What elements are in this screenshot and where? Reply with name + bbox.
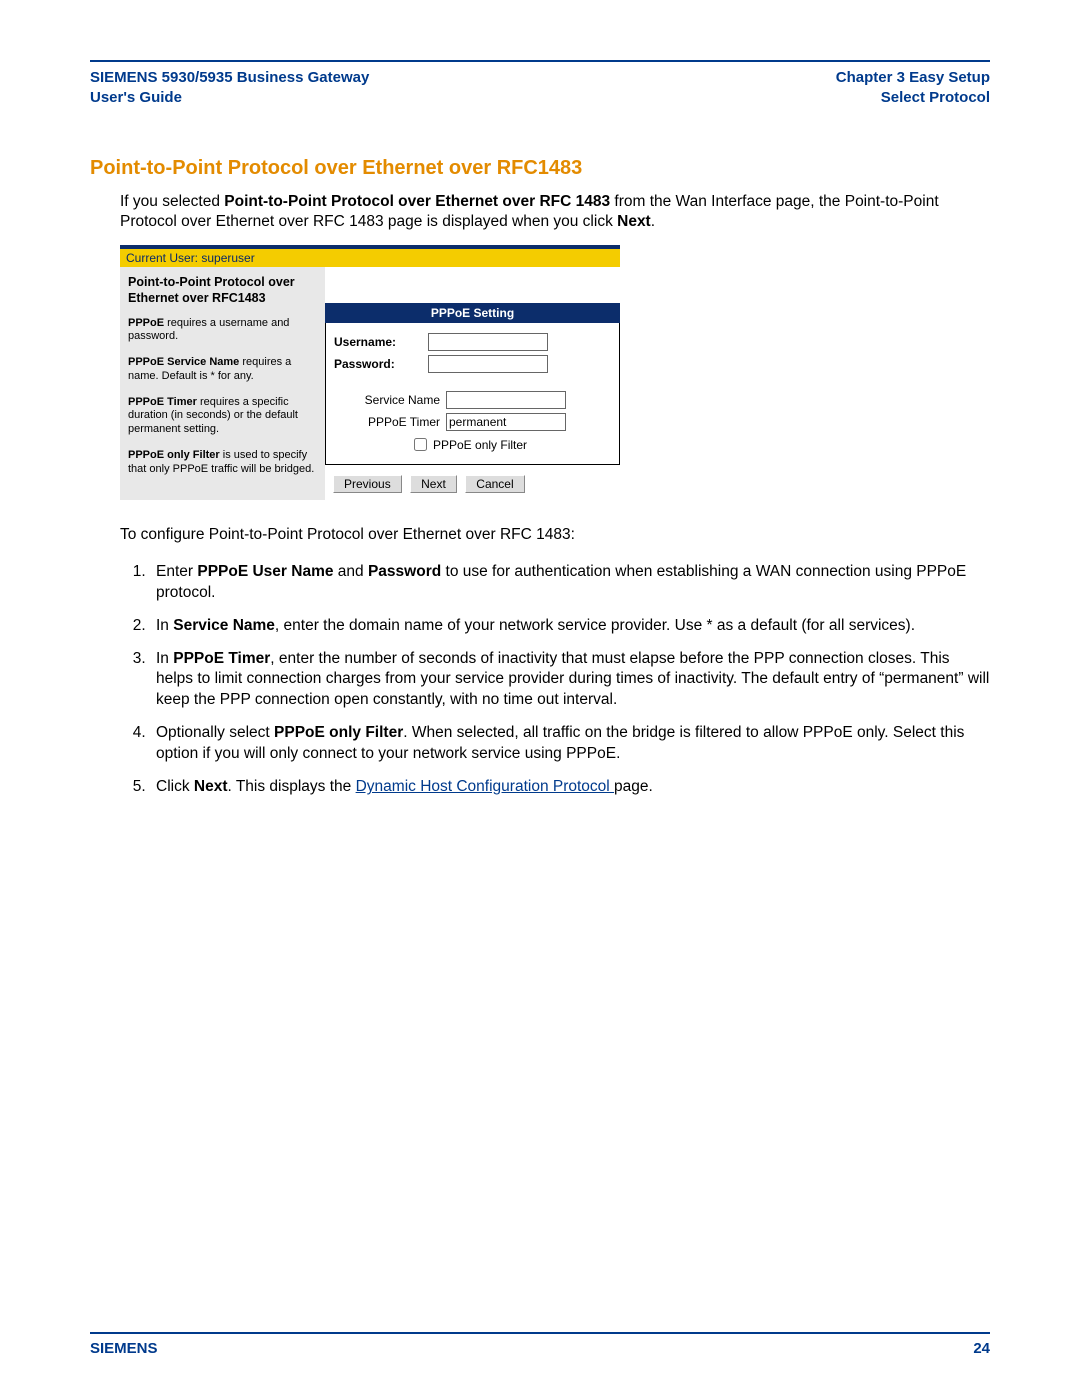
dhcp-link[interactable]: Dynamic Host Configuration Protocol	[356, 778, 614, 795]
intro-paragraph: If you selected Point-to-Point Protocol …	[120, 192, 990, 234]
doc-subtitle: User's Guide	[90, 88, 369, 108]
page-footer: SIEMENS 24	[90, 1340, 990, 1357]
step-1: Enter PPPoE User Name and Password to us…	[150, 562, 990, 604]
page-header: SIEMENS 5930/5935 Business Gateway User'…	[90, 68, 990, 109]
pppoe-config-panel: Current User: superuser Point-to-Point P…	[120, 245, 620, 501]
sidebar-title: Point-to-Point Protocol over Ethernet ov…	[128, 275, 317, 306]
step-2: In Service Name, enter the domain name o…	[150, 616, 990, 637]
service-name-label: Service Name	[334, 393, 446, 407]
next-button[interactable]: Next	[410, 475, 457, 493]
section-crumb: Select Protocol	[836, 88, 990, 108]
help-sidebar: Point-to-Point Protocol over Ethernet ov…	[120, 267, 325, 500]
current-user-bar: Current User: superuser	[120, 249, 620, 267]
pppoe-filter-label: PPPoE only Filter	[433, 438, 527, 452]
cancel-button[interactable]: Cancel	[465, 475, 524, 493]
page-number: 24	[973, 1340, 990, 1357]
pppoe-timer-label: PPPoE Timer	[334, 415, 446, 429]
pppoe-filter-checkbox[interactable]	[414, 438, 427, 451]
step-5: Click Next. This displays the Dynamic Ho…	[150, 777, 990, 798]
doc-title: SIEMENS 5930/5935 Business Gateway	[90, 68, 369, 88]
previous-button[interactable]: Previous	[333, 475, 402, 493]
password-input[interactable]	[428, 355, 548, 373]
username-label: Username:	[334, 335, 428, 349]
step-4: Optionally select PPPoE only Filter. Whe…	[150, 723, 990, 765]
username-input[interactable]	[428, 333, 548, 351]
footer-brand: SIEMENS	[90, 1340, 158, 1357]
config-intro: To configure Point-to-Point Protocol ove…	[120, 525, 990, 546]
section-heading: Point-to-Point Protocol over Ethernet ov…	[90, 157, 990, 180]
pppoe-timer-input[interactable]	[446, 413, 566, 431]
chapter-title: Chapter 3 Easy Setup	[836, 68, 990, 88]
form-panel-title: PPPoE Setting	[325, 303, 620, 323]
service-name-input[interactable]	[446, 391, 566, 409]
steps-list: Enter PPPoE User Name and Password to us…	[120, 562, 990, 798]
step-3: In PPPoE Timer, enter the number of seco…	[150, 649, 990, 712]
password-label: Password:	[334, 357, 428, 371]
